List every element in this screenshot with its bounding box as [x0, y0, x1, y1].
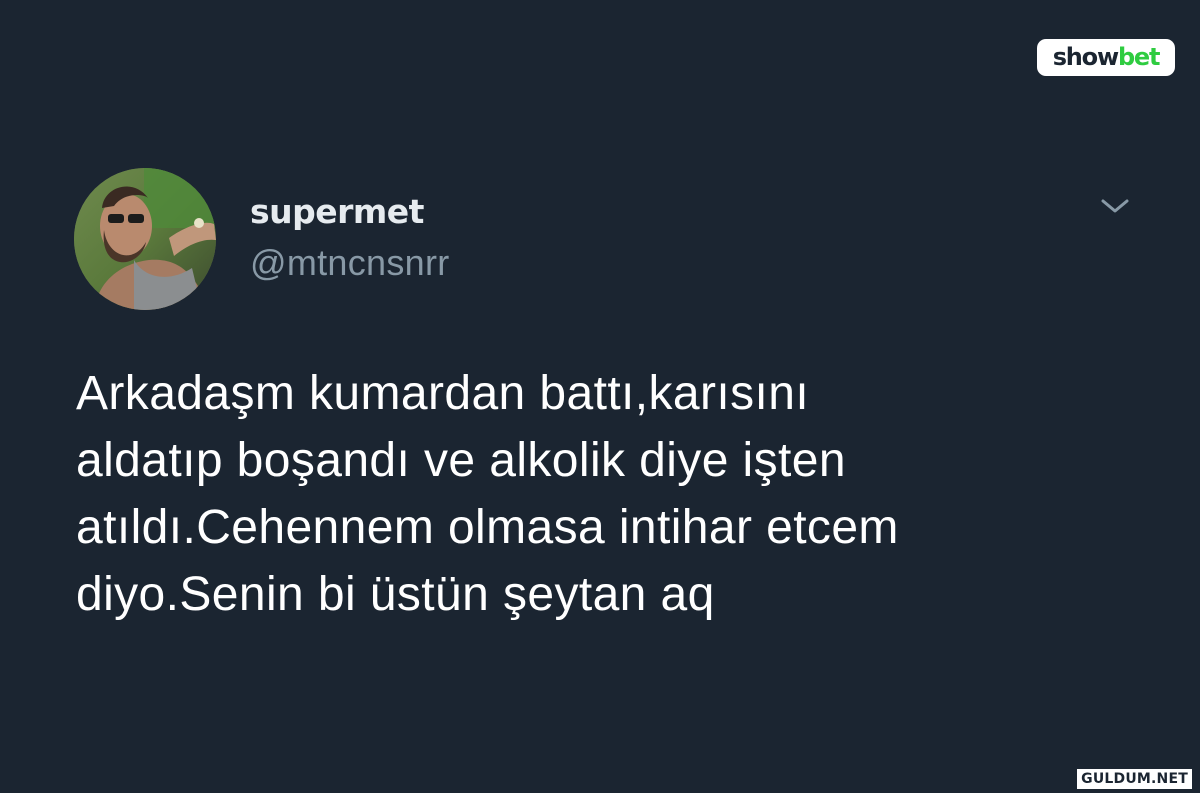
- user-handle[interactable]: @mtncnsnrr: [250, 240, 450, 286]
- brand-logo: show bet: [1037, 39, 1175, 76]
- tweet-author: supermet @mtncnsnrr: [250, 190, 450, 286]
- user-avatar-photo: [74, 168, 216, 310]
- tweet-text-line: aldatıp boşandı ve alkolik diye işten: [76, 434, 846, 487]
- brand-logo-part-bet: bet: [1117, 42, 1161, 71]
- tweet-text-line: diyo.Senin bi üstün şeytan aq: [76, 568, 715, 621]
- tweet-text-line: atıldı.Cehennem olmasa intihar etcem: [76, 501, 899, 554]
- tweet-text-line: Arkadaşm kumardan battı,karısını: [76, 367, 810, 420]
- site-watermark: GULDUM.NET: [1077, 769, 1192, 789]
- brand-logo-part-show: show: [1052, 42, 1119, 71]
- chevron-down-icon[interactable]: [1100, 196, 1130, 216]
- display-name[interactable]: supermet: [250, 190, 450, 234]
- user-avatar[interactable]: [74, 168, 216, 310]
- tweet-text: Arkadaşm kumardan battı,karısını aldatıp…: [76, 360, 1166, 628]
